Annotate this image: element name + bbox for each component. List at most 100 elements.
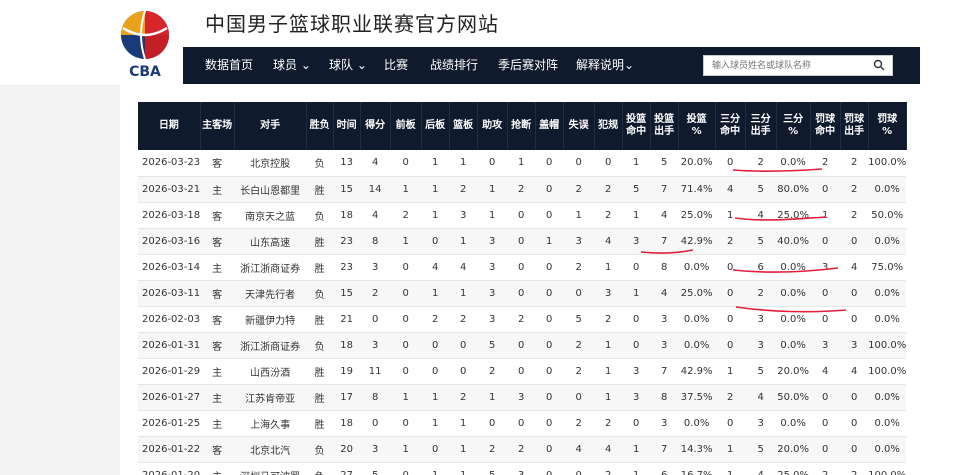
column-header[interactable]: 篮板 (449, 102, 478, 150)
table-cell: 0 (421, 332, 450, 359)
table-cell: 3 (449, 202, 478, 229)
column-header[interactable]: 三分% (776, 102, 811, 150)
table-cell: 0 (810, 410, 841, 437)
table-cell: 0 (507, 410, 536, 437)
column-header[interactable]: 投篮 出手 (650, 102, 679, 150)
column-header[interactable]: 犯规 (594, 102, 623, 150)
table-row: 2026-01-22 客北京北汽负 20 3 1 0 1 2 2 0 4 4 1 7 14.3% 1 5 20.0… (138, 436, 907, 463)
column-header[interactable]: 日期 (138, 102, 201, 150)
table-cell: 主 (200, 176, 235, 203)
nav-item-standings[interactable]: 战绩排行 (430, 47, 478, 84)
column-header[interactable]: 投篮% (678, 102, 716, 150)
search-input[interactable] (704, 56, 864, 75)
column-header[interactable]: 罚球 命中 (810, 102, 841, 150)
column-header[interactable]: 失误 (563, 102, 595, 150)
table-cell: 0 (535, 358, 564, 385)
table-cell: 1 (449, 150, 478, 177)
table-cell: 0.0% (868, 280, 907, 307)
table-cell: 3 (650, 410, 679, 437)
table-cell: 1 (449, 436, 478, 463)
table-cell: 2 (594, 306, 623, 333)
table-cell: 20.0% (776, 436, 811, 463)
table-cell: 2 (563, 254, 595, 281)
column-header[interactable]: 罚球% (868, 102, 907, 150)
table-cell: 1 (594, 254, 623, 281)
column-header[interactable]: 投篮 命中 (622, 102, 651, 150)
table-cell: 1 (421, 462, 450, 475)
table-cell: 0 (507, 332, 536, 359)
column-header[interactable]: 助攻 (477, 102, 508, 150)
table-cell: 5 (477, 462, 508, 475)
table-cell: 2026-01-25 (138, 410, 201, 437)
table-row: 2026-01-25 主上海久事胜 18 0 0 1 1 0 0 0 2 2 0 3 0.0% 0 3 0.0% 0… (138, 410, 907, 437)
table-cell: 4 (360, 202, 391, 229)
column-header[interactable]: 胜负 (306, 102, 334, 150)
table-cell: 客 (200, 436, 235, 463)
column-header[interactable]: 抢断 (507, 102, 536, 150)
table-cell: 天津先行者 (234, 280, 307, 307)
table-cell: 0 (810, 384, 841, 411)
table-cell: 1 (390, 436, 422, 463)
table-cell: 18 (333, 410, 361, 437)
table-cell: 1 (477, 384, 508, 411)
table-cell: 0 (563, 384, 595, 411)
table-cell: 0 (810, 228, 841, 255)
table-cell: 6 (650, 462, 679, 475)
table-cell: 0 (840, 228, 869, 255)
table-cell: 主 (200, 462, 235, 475)
cba-logo[interactable]: CBA (115, 8, 175, 80)
table-cell: 0 (535, 410, 564, 437)
table-cell: 2 (507, 306, 536, 333)
search-box (703, 55, 893, 76)
column-header[interactable]: 时间 (333, 102, 361, 150)
table-cell: 0 (390, 332, 422, 359)
column-header[interactable]: 后板 (421, 102, 450, 150)
table-cell: 1 (715, 436, 746, 463)
table-cell: 长白山恩都里 (234, 176, 307, 203)
table-cell: 4 (650, 202, 679, 229)
table-cell: 主 (200, 358, 235, 385)
table-cell: 1 (421, 410, 450, 437)
nav-item-games[interactable]: 比赛 (384, 47, 408, 84)
table-body: 2026-03-23 客北京控股负 13 4 0 1 1 0 1 0 0 0 1 5 20.0% 0 2 0.0%… (138, 150, 907, 475)
table-cell: 2 (840, 462, 869, 475)
table-cell: 0 (622, 254, 651, 281)
table-cell: 5 (745, 228, 777, 255)
column-header[interactable]: 前板 (390, 102, 422, 150)
table-cell: 42.9% (678, 358, 716, 385)
table-cell: 3 (477, 254, 508, 281)
table-cell: 主 (200, 384, 235, 411)
nav-item-teams[interactable]: 球队 ⌄ (329, 47, 367, 84)
table-cell: 0 (390, 306, 422, 333)
table-cell: 负 (306, 332, 334, 359)
table-cell: 15 (333, 176, 361, 203)
search-icon[interactable] (873, 59, 885, 71)
table-cell: 0 (535, 384, 564, 411)
nav-item-explanations[interactable]: 解释说明⌄ (576, 47, 634, 84)
column-header[interactable]: 罚球 出手 (840, 102, 869, 150)
nav-item-data-home[interactable]: 数据首页 (205, 47, 253, 84)
table-cell: 0 (535, 150, 564, 177)
nav-item-players[interactable]: 球员 ⌄ (273, 47, 311, 84)
table-cell: 80.0% (776, 176, 811, 203)
table-cell: 主 (200, 254, 235, 281)
column-header[interactable]: 盖帽 (535, 102, 564, 150)
table-cell: 20.0% (776, 358, 811, 385)
column-header[interactable]: 得分 (360, 102, 391, 150)
table-cell: 1 (449, 462, 478, 475)
table-cell: 2 (360, 280, 391, 307)
table-cell: 15 (333, 280, 361, 307)
table-cell: 6 (745, 254, 777, 281)
nav-item-playoffs[interactable]: 季后赛对阵 (498, 47, 558, 84)
table-cell: 8 (650, 384, 679, 411)
column-header[interactable]: 三分 命中 (715, 102, 746, 150)
table-cell: 37.5% (678, 384, 716, 411)
table-cell: 4 (594, 228, 623, 255)
table-cell: 深圳马可波罗 (234, 462, 307, 475)
column-header[interactable]: 对手 (234, 102, 307, 150)
table-cell: 0 (390, 254, 422, 281)
table-cell: 19 (333, 358, 361, 385)
column-header[interactable]: 主客场 (200, 102, 235, 150)
column-header[interactable]: 三分 出手 (745, 102, 777, 150)
table-cell: 4 (840, 358, 869, 385)
